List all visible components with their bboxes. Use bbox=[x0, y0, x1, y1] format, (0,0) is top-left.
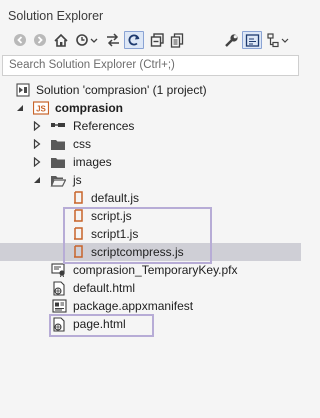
home-icon[interactable] bbox=[52, 31, 70, 49]
tree-item-label: default.html bbox=[73, 281, 136, 295]
panel-title: Solution Explorer bbox=[8, 9, 104, 23]
html-file-icon bbox=[51, 316, 67, 332]
js-file-icon bbox=[70, 244, 86, 260]
collapsed-arrow-icon[interactable] bbox=[32, 157, 42, 167]
tree-item-manifest[interactable]: package.appxmanifest bbox=[0, 297, 301, 315]
tree-item-label: default.js bbox=[91, 191, 140, 205]
collapse-all-icon[interactable] bbox=[148, 31, 166, 49]
refresh-icon[interactable] bbox=[124, 31, 144, 49]
expanded-arrow-icon[interactable] bbox=[15, 103, 25, 113]
tree-item-temporary-key[interactable]: comprasion_TemporaryKey.pfx bbox=[0, 261, 301, 279]
tree-item-label: comprasion bbox=[55, 101, 124, 115]
tree-item-script1-js[interactable]: script1.js bbox=[0, 225, 301, 243]
search-input[interactable]: Search Solution Explorer (Ctrl+;) bbox=[2, 55, 299, 76]
tree-item-project[interactable]: JS comprasion bbox=[0, 99, 301, 117]
tree-item-label: scriptcompress.js bbox=[91, 245, 184, 259]
svg-text:JS: JS bbox=[36, 105, 46, 114]
certificate-icon bbox=[51, 262, 67, 278]
js-file-icon bbox=[70, 226, 86, 242]
open-folder-icon bbox=[50, 172, 66, 188]
tree-item-label: script1.js bbox=[91, 227, 139, 241]
back-icon[interactable] bbox=[12, 31, 28, 49]
collapsed-arrow-icon[interactable] bbox=[32, 139, 42, 149]
tree-item-default-js[interactable]: default.js bbox=[0, 189, 301, 207]
class-view-icon[interactable] bbox=[266, 31, 290, 49]
collapsed-arrow-icon[interactable] bbox=[32, 121, 42, 131]
expanded-arrow-icon[interactable] bbox=[32, 175, 42, 185]
preview-icon[interactable] bbox=[242, 31, 262, 49]
solution-tree: Solution 'comprasion' (1 project) JS com… bbox=[0, 78, 301, 418]
toolbar bbox=[10, 31, 295, 49]
properties-icon[interactable] bbox=[222, 31, 240, 49]
tree-item-label: package.appxmanifest bbox=[73, 299, 194, 313]
tree-item-default-html[interactable]: default.html bbox=[0, 279, 301, 297]
tree-item-solution[interactable]: Solution 'comprasion' (1 project) bbox=[0, 81, 301, 99]
tree-item-scriptcompress-js[interactable]: scriptcompress.js bbox=[0, 243, 301, 261]
tree-item-label: page.html bbox=[73, 317, 126, 331]
tree-item-js[interactable]: js bbox=[0, 171, 301, 189]
js-file-icon bbox=[70, 208, 86, 224]
tree-item-label: images bbox=[73, 155, 112, 169]
tree-item-label: Solution 'comprasion' (1 project) bbox=[36, 83, 207, 97]
pending-changes-icon[interactable] bbox=[74, 31, 100, 49]
folder-icon bbox=[50, 136, 66, 152]
tree-item-label: js bbox=[73, 173, 82, 187]
js-file-icon bbox=[70, 190, 86, 206]
tree-item-label: References bbox=[73, 119, 135, 133]
solution-icon bbox=[15, 82, 31, 98]
tree-item-page-html[interactable]: page.html bbox=[0, 315, 301, 333]
js-project-icon: JS bbox=[33, 100, 49, 116]
tree-item-script-js[interactable]: script.js bbox=[0, 207, 301, 225]
html-file-icon bbox=[51, 280, 67, 296]
tree-item-images[interactable]: images bbox=[0, 153, 301, 171]
tree-item-label: css bbox=[73, 137, 91, 151]
show-all-files-icon[interactable] bbox=[168, 31, 186, 49]
references-icon bbox=[50, 118, 66, 134]
tree-item-references[interactable]: References bbox=[0, 117, 301, 135]
tree-item-label: script.js bbox=[91, 209, 132, 223]
sync-icon[interactable] bbox=[104, 31, 122, 49]
forward-icon[interactable] bbox=[32, 31, 48, 49]
tree-item-css[interactable]: css bbox=[0, 135, 301, 153]
tree-item-label: comprasion_TemporaryKey.pfx bbox=[73, 263, 238, 277]
folder-icon bbox=[50, 154, 66, 170]
manifest-icon bbox=[51, 298, 67, 314]
